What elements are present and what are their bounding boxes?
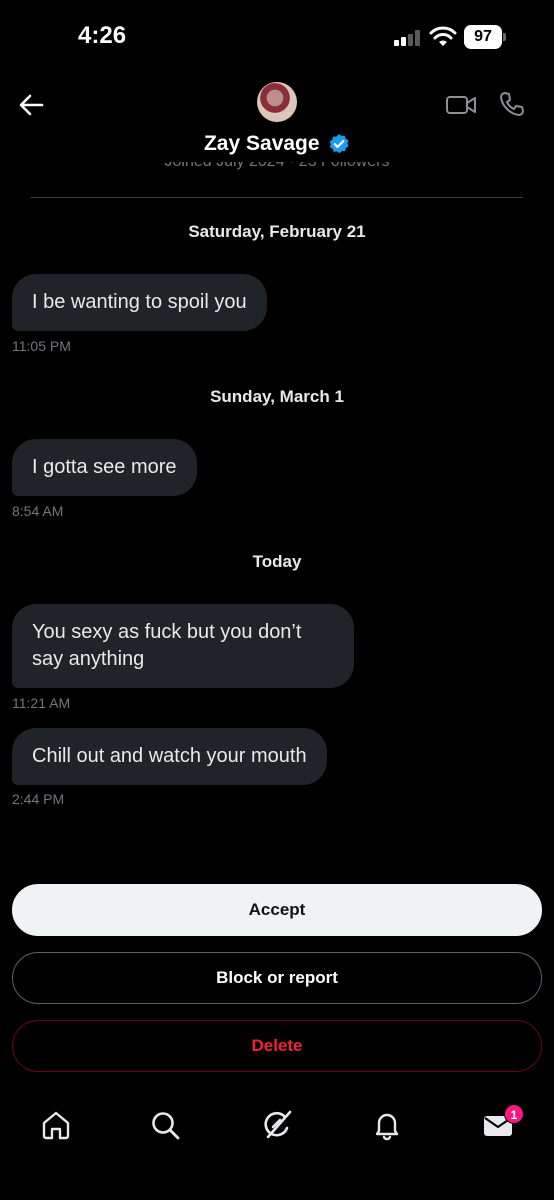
- battery-icon: 97: [464, 25, 506, 49]
- date-separator: Saturday, February 21: [188, 222, 366, 241]
- verified-badge-icon: [329, 134, 349, 154]
- home-icon[interactable]: [39, 1108, 73, 1142]
- accept-button[interactable]: Accept: [12, 884, 542, 936]
- message-bubble[interactable]: I gotta see more: [12, 439, 197, 496]
- cellular-signal-icon: [394, 30, 422, 46]
- block-or-report-button[interactable]: Block or report: [12, 952, 542, 1004]
- contact-name: Zay Savage: [203, 132, 320, 155]
- back-arrow-icon[interactable]: [14, 88, 48, 122]
- message-time: 2:44 PM: [12, 791, 65, 807]
- message-bubble[interactable]: I be wanting to spoil you: [12, 274, 267, 331]
- date-separator: Sunday, March 1: [210, 387, 344, 406]
- video-call-icon[interactable]: [445, 92, 477, 118]
- message-bubble[interactable]: Chill out and watch your mouth: [12, 728, 327, 785]
- message-time: 8:54 AM: [12, 503, 64, 519]
- delete-button[interactable]: Delete: [12, 1020, 542, 1072]
- date-separator: Today: [252, 552, 302, 571]
- profile-subline-text: Joined July 2024 · 23 Followers: [0, 162, 554, 171]
- message-time: 11:05 PM: [12, 338, 71, 354]
- battery-level: 97: [464, 25, 502, 49]
- notifications-icon[interactable]: [370, 1108, 404, 1142]
- battery-tip: [503, 33, 506, 41]
- search-icon[interactable]: [148, 1108, 182, 1142]
- message-time: 11:21 AM: [12, 695, 71, 711]
- status-time: 4:26: [78, 22, 127, 49]
- bottom-tab-bar: 1: [0, 1096, 554, 1156]
- status-bar: 4:26 97: [0, 0, 554, 70]
- avatar[interactable]: [257, 82, 297, 122]
- messages-badge: 1: [504, 1104, 524, 1124]
- contact-name-row[interactable]: Zay Savage: [0, 132, 554, 156]
- grok-icon[interactable]: [260, 1108, 294, 1142]
- header-divider: [31, 197, 523, 198]
- phone-icon[interactable]: [498, 90, 526, 118]
- profile-subline: Joined July 2024 · 23 Followers: [0, 162, 554, 174]
- wifi-icon: [429, 26, 457, 46]
- message-bubble[interactable]: You sexy as fuck but you don’t say anyth…: [12, 604, 354, 688]
- conversation-header: Zay Savage Joined July 2024 · 23 Followe…: [0, 70, 554, 200]
